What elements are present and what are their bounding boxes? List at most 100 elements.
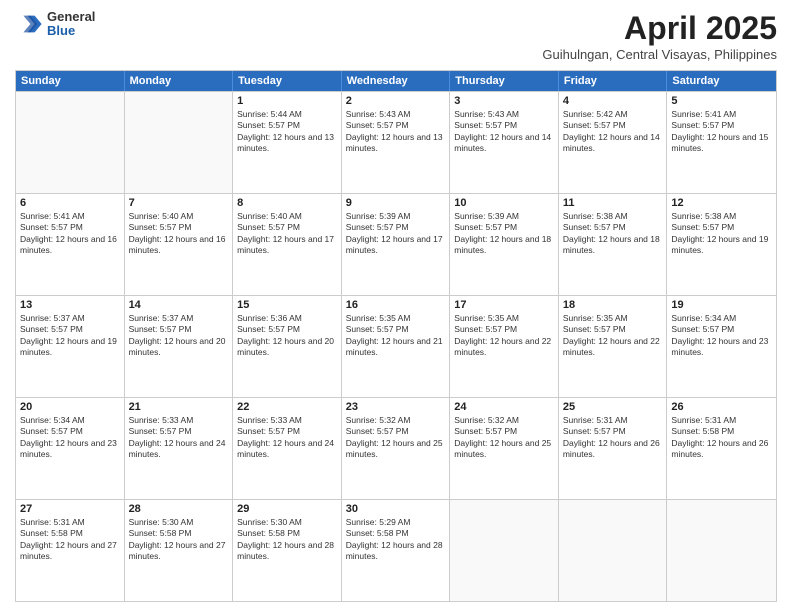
calendar-cell-26: 25 Sunrise: 5:31 AM Sunset: 5:57 PM Dayli… (559, 398, 668, 499)
day-number: 25 (563, 401, 663, 413)
calendar-body: 1Sunrise: 5:44 AM Sunset: 5:57 PM Daylig… (16, 91, 776, 601)
day-number: 14 (129, 299, 229, 311)
logo-general-text: General (47, 10, 95, 24)
calendar-cell-8: 7Sunrise: 5:40 AM Sunset: 5:57 PM Daylig… (125, 194, 234, 295)
calendar-cell-25: 24Sunrise: 5:32 AM Sunset: 5:57 PM Dayli… (450, 398, 559, 499)
cell-info: Sunrise: 5:38 AM Sunset: 5:57 PM Dayligh… (563, 211, 663, 257)
calendar-cell-13: 12 Sunrise: 5:38 AM Sunset: 5:57 PM Dayli… (667, 194, 776, 295)
day-number: 15 (237, 299, 337, 311)
calendar-cell-17: 16 Sunrise: 5:35 AM Sunset: 5:57 PM Dayli… (342, 296, 451, 397)
calendar-cell-24: 23 Sunrise: 5:32 AM Sunset: 5:57 PM Dayli… (342, 398, 451, 499)
header-wednesday: Wednesday (342, 71, 451, 91)
cell-info: Sunrise: 5:41 AM Sunset: 5:57 PM Dayligh… (20, 211, 120, 257)
calendar-cell-32 (450, 500, 559, 601)
day-number: 24 (454, 401, 554, 413)
calendar-cell-0 (16, 92, 125, 193)
logo: General Blue (15, 10, 95, 39)
calendar-cell-16: 15 Sunrise: 5:36 AM Sunset: 5:57 PM Dayli… (233, 296, 342, 397)
logo-text: General Blue (47, 10, 95, 39)
calendar-cell-5: 4 Sunrise: 5:42 AM Sunset: 5:57 PM Daylig… (559, 92, 668, 193)
calendar-cell-29: 28 Sunrise: 5:30 AM Sunset: 5:58 PM Dayli… (125, 500, 234, 601)
calendar-cell-4: 3 Sunrise: 5:43 AM Sunset: 5:57 PM Daylig… (450, 92, 559, 193)
day-number: 26 (671, 401, 772, 413)
header-monday: Monday (125, 71, 234, 91)
calendar-cell-28: 27 Sunrise: 5:31 AM Sunset: 5:58 PM Dayli… (16, 500, 125, 601)
day-number: 28 (129, 503, 229, 515)
day-number: 29 (237, 503, 337, 515)
day-number: 20 (20, 401, 120, 413)
calendar-cell-23: 22Sunrise: 5:33 AM Sunset: 5:57 PM Dayli… (233, 398, 342, 499)
day-number: 17 (454, 299, 554, 311)
calendar-cell-1 (125, 92, 234, 193)
cell-info: Sunrise: 5:37 AM Sunset: 5:57 PM Dayligh… (129, 313, 229, 359)
calendar-row-3: 13 Sunrise: 5:37 AM Sunset: 5:57 PM Dayli… (16, 295, 776, 397)
cell-info: Sunrise: 5:31 AM Sunset: 5:58 PM Dayligh… (20, 517, 120, 563)
calendar-cell-2: 1Sunrise: 5:44 AM Sunset: 5:57 PM Daylig… (233, 92, 342, 193)
calendar-row-1: 1Sunrise: 5:44 AM Sunset: 5:57 PM Daylig… (16, 91, 776, 193)
cell-info: Sunrise: 5:34 AM Sunset: 5:57 PM Dayligh… (20, 415, 120, 461)
header-thursday: Thursday (450, 71, 559, 91)
cell-info: Sunrise: 5:29 AM Sunset: 5:58 PM Dayligh… (346, 517, 446, 563)
calendar-header: Sunday Monday Tuesday Wednesday Thursday… (16, 71, 776, 91)
cell-info: Sunrise: 5:43 AM Sunset: 5:57 PM Dayligh… (346, 109, 446, 155)
cell-info: Sunrise: 5:37 AM Sunset: 5:57 PM Dayligh… (20, 313, 120, 359)
cell-info: Sunrise: 5:36 AM Sunset: 5:57 PM Dayligh… (237, 313, 337, 359)
calendar-cell-3: 2 Sunrise: 5:43 AM Sunset: 5:57 PM Daylig… (342, 92, 451, 193)
day-number: 11 (563, 197, 663, 209)
day-number: 27 (20, 503, 120, 515)
cell-info: Sunrise: 5:41 AM Sunset: 5:57 PM Dayligh… (671, 109, 772, 155)
header-tuesday: Tuesday (233, 71, 342, 91)
header-sunday: Sunday (16, 71, 125, 91)
cell-info: Sunrise: 5:30 AM Sunset: 5:58 PM Dayligh… (237, 517, 337, 563)
calendar-cell-20: 19 Sunrise: 5:34 AM Sunset: 5:57 PM Dayli… (667, 296, 776, 397)
calendar-cell-22: 21Sunrise: 5:33 AM Sunset: 5:57 PM Dayli… (125, 398, 234, 499)
day-number: 7 (129, 197, 229, 209)
calendar-cell-18: 17 Sunrise: 5:35 AM Sunset: 5:57 PM Dayli… (450, 296, 559, 397)
day-number: 4 (563, 95, 663, 107)
day-number: 12 (671, 197, 772, 209)
header-friday: Friday (559, 71, 668, 91)
calendar-cell-34 (667, 500, 776, 601)
cell-info: Sunrise: 5:35 AM Sunset: 5:57 PM Dayligh… (454, 313, 554, 359)
day-number: 23 (346, 401, 446, 413)
calendar-cell-12: 11 Sunrise: 5:38 AM Sunset: 5:57 PM Dayli… (559, 194, 668, 295)
day-number: 3 (454, 95, 554, 107)
day-number: 18 (563, 299, 663, 311)
cell-info: Sunrise: 5:34 AM Sunset: 5:57 PM Dayligh… (671, 313, 772, 359)
cell-info: Sunrise: 5:32 AM Sunset: 5:57 PM Dayligh… (346, 415, 446, 461)
header-saturday: Saturday (667, 71, 776, 91)
calendar-cell-19: 18Sunrise: 5:35 AM Sunset: 5:57 PM Dayli… (559, 296, 668, 397)
cell-info: Sunrise: 5:43 AM Sunset: 5:57 PM Dayligh… (454, 109, 554, 155)
cell-info: Sunrise: 5:44 AM Sunset: 5:57 PM Dayligh… (237, 109, 337, 155)
day-number: 22 (237, 401, 337, 413)
title-month: April 2025 (542, 10, 777, 47)
cell-info: Sunrise: 5:42 AM Sunset: 5:57 PM Dayligh… (563, 109, 663, 155)
cell-info: Sunrise: 5:30 AM Sunset: 5:58 PM Dayligh… (129, 517, 229, 563)
cell-info: Sunrise: 5:38 AM Sunset: 5:57 PM Dayligh… (671, 211, 772, 257)
day-number: 8 (237, 197, 337, 209)
calendar-cell-30: 29 Sunrise: 5:30 AM Sunset: 5:58 PM Dayli… (233, 500, 342, 601)
day-number: 30 (346, 503, 446, 515)
day-number: 10 (454, 197, 554, 209)
calendar-cell-11: 10 Sunrise: 5:39 AM Sunset: 5:57 PM Dayli… (450, 194, 559, 295)
cell-info: Sunrise: 5:31 AM Sunset: 5:57 PM Dayligh… (563, 415, 663, 461)
logo-blue-text: Blue (47, 24, 95, 38)
cell-info: Sunrise: 5:39 AM Sunset: 5:57 PM Dayligh… (454, 211, 554, 257)
day-number: 5 (671, 95, 772, 107)
day-number: 9 (346, 197, 446, 209)
day-number: 16 (346, 299, 446, 311)
cell-info: Sunrise: 5:40 AM Sunset: 5:57 PM Dayligh… (237, 211, 337, 257)
calendar-cell-6: 5 Sunrise: 5:41 AM Sunset: 5:57 PM Daylig… (667, 92, 776, 193)
calendar-cell-14: 13 Sunrise: 5:37 AM Sunset: 5:57 PM Dayli… (16, 296, 125, 397)
calendar-cell-27: 26 Sunrise: 5:31 AM Sunset: 5:58 PM Dayli… (667, 398, 776, 499)
calendar-row-4: 20 Sunrise: 5:34 AM Sunset: 5:57 PM Dayli… (16, 397, 776, 499)
cell-info: Sunrise: 5:31 AM Sunset: 5:58 PM Dayligh… (671, 415, 772, 461)
calendar-cell-21: 20 Sunrise: 5:34 AM Sunset: 5:57 PM Dayli… (16, 398, 125, 499)
page: General Blue April 2025 Guihulngan, Cent… (0, 0, 792, 612)
day-number: 2 (346, 95, 446, 107)
cell-info: Sunrise: 5:35 AM Sunset: 5:57 PM Dayligh… (346, 313, 446, 359)
calendar-row-2: 6Sunrise: 5:41 AM Sunset: 5:57 PM Daylig… (16, 193, 776, 295)
logo-icon (15, 10, 43, 38)
day-number: 19 (671, 299, 772, 311)
day-number: 13 (20, 299, 120, 311)
